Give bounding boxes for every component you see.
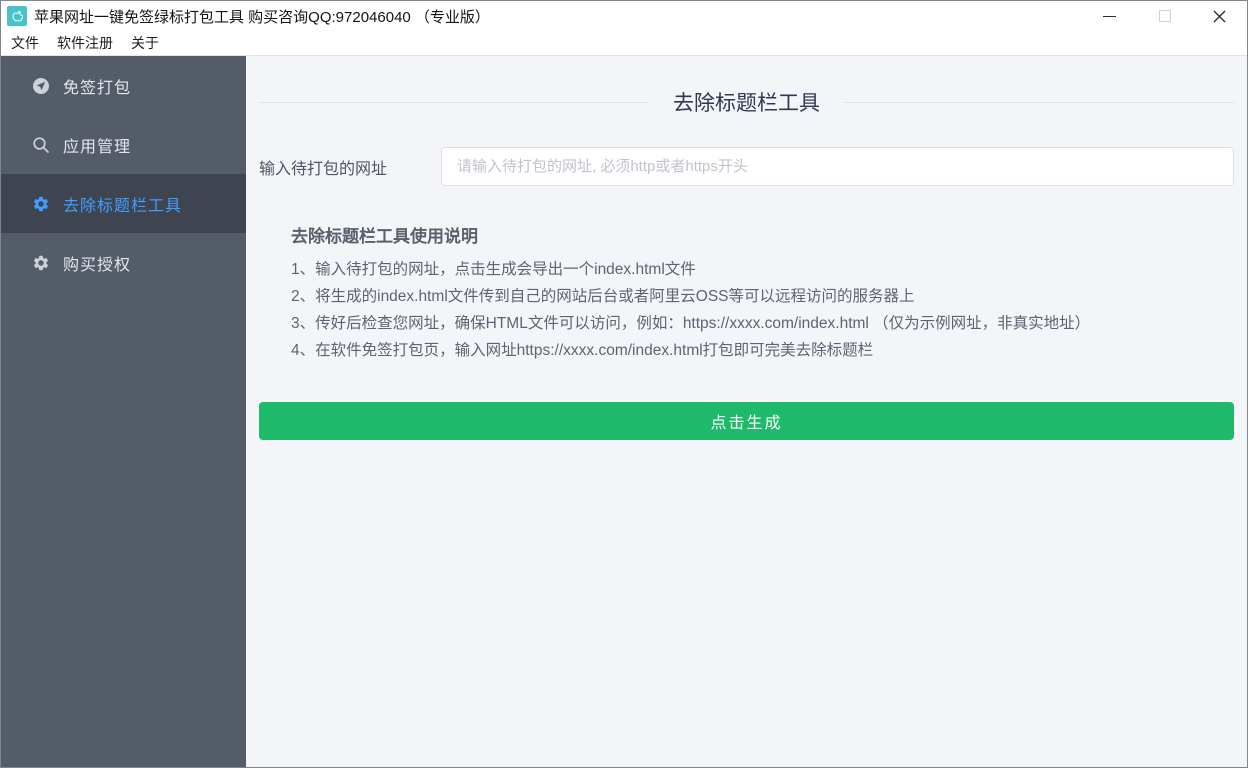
page-title-row: 去除标题栏工具 <box>259 87 1234 117</box>
sidebar-item-label: 去除标题栏工具 <box>63 192 182 216</box>
url-input-label: 输入待打包的网址 <box>259 155 441 179</box>
title-divider-right <box>844 102 1234 103</box>
gear-icon <box>32 254 50 272</box>
minimize-icon <box>1103 16 1116 17</box>
instruction-step-2: 2、将生成的index.html文件传到自己的网站后台或者阿里云OSS等可以远程… <box>291 283 1234 310</box>
menubar: 文件 软件注册 关于 <box>1 31 1247 56</box>
page-title: 去除标题栏工具 <box>649 87 844 117</box>
url-form-row: 输入待打包的网址 <box>259 147 1234 186</box>
instructions: 去除标题栏工具使用说明 1、输入待打包的网址，点击生成会导出一个index.ht… <box>291 222 1234 364</box>
instruction-step-4: 4、在软件免签打包页，输入网址https://xxxx.com/index.ht… <box>291 337 1234 364</box>
close-button[interactable] <box>1192 1 1247 31</box>
sidebar-item-free-sign-pack[interactable]: 免签打包 <box>1 56 246 115</box>
sidebar-item-label: 购买授权 <box>63 251 131 275</box>
send-icon <box>32 77 50 95</box>
app-window: 苹果网址一键免签绿标打包工具 购买咨询QQ:972046040 （专业版） 文件… <box>0 0 1248 768</box>
url-input[interactable] <box>441 147 1234 186</box>
sidebar-item-app-management[interactable]: 应用管理 <box>1 115 246 174</box>
menu-item-file[interactable]: 文件 <box>2 30 48 56</box>
close-icon <box>1213 10 1226 23</box>
instruction-step-3: 3、传好后检查您网址，确保HTML文件可以访问，例如：https://xxxx.… <box>291 310 1234 337</box>
main-content: 去除标题栏工具 输入待打包的网址 去除标题栏工具使用说明 1、输入待打包的网址，… <box>246 56 1247 767</box>
window-controls <box>1082 1 1247 31</box>
sidebar-item-purchase-license[interactable]: 购买授权 <box>1 233 246 292</box>
minimize-button[interactable] <box>1082 1 1137 31</box>
titlebar: 苹果网址一键免签绿标打包工具 购买咨询QQ:972046040 （专业版） <box>1 1 1247 31</box>
generate-button[interactable]: 点击生成 <box>259 402 1234 440</box>
app-logo-icon <box>7 6 27 26</box>
app-body: 免签打包 应用管理 去除标题栏工具 购买授权 <box>1 56 1247 767</box>
menu-item-register[interactable]: 软件注册 <box>48 30 122 56</box>
sidebar-item-label: 应用管理 <box>63 133 131 157</box>
search-icon <box>32 136 50 154</box>
maximize-button[interactable] <box>1137 1 1192 31</box>
sidebar-item-label: 免签打包 <box>63 74 131 98</box>
instructions-heading: 去除标题栏工具使用说明 <box>291 222 1234 247</box>
menu-item-about[interactable]: 关于 <box>122 30 168 56</box>
instruction-step-1: 1、输入待打包的网址，点击生成会导出一个index.html文件 <box>291 256 1234 283</box>
sidebar-item-remove-titlebar-tool[interactable]: 去除标题栏工具 <box>1 174 246 233</box>
window-title: 苹果网址一键免签绿标打包工具 购买咨询QQ:972046040 （专业版） <box>34 6 490 27</box>
title-divider-left <box>259 102 649 103</box>
maximize-icon <box>1159 10 1171 22</box>
sidebar: 免签打包 应用管理 去除标题栏工具 购买授权 <box>1 56 246 767</box>
gear-icon <box>32 195 50 213</box>
